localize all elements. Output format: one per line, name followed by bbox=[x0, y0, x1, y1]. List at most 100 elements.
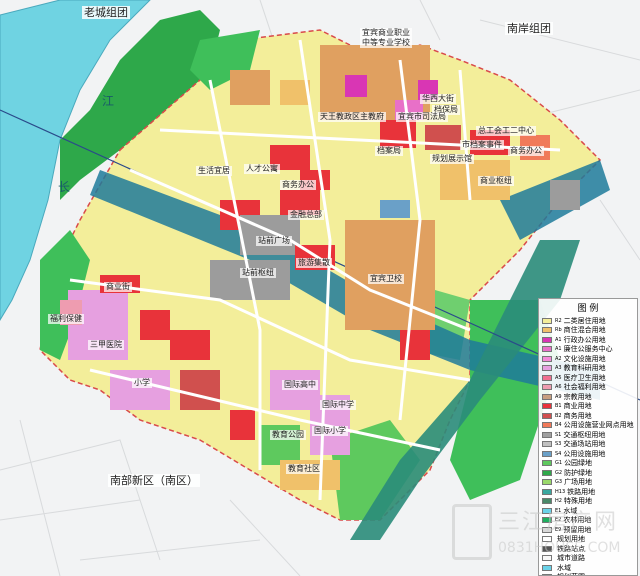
legend-code: S4 bbox=[555, 450, 562, 457]
place-label-guoji-ms: 国际中学 bbox=[320, 400, 356, 410]
legend-label: 廉住公服务中心 bbox=[563, 345, 613, 354]
legend-code: S3 bbox=[555, 441, 562, 448]
legend-swatch bbox=[542, 355, 552, 362]
legend-label: 行政办公用地 bbox=[563, 335, 606, 344]
legend-code: G1 bbox=[555, 460, 563, 467]
legend-code: A1 bbox=[555, 336, 562, 343]
place-label-business-office: 商务办公 bbox=[508, 146, 544, 156]
parcel-mixed-b bbox=[230, 70, 270, 105]
legend-swatch bbox=[542, 365, 552, 372]
place-label-commerce-hub: 商业枢纽 bbox=[478, 176, 514, 186]
parcel-admin-a bbox=[345, 75, 367, 97]
legend-swatch bbox=[542, 317, 552, 324]
place-label-shangye-street: 商业街 bbox=[104, 282, 132, 292]
legend-swatch bbox=[542, 450, 552, 457]
legend-item: G1 公园绿地 bbox=[542, 459, 634, 469]
legend-code: A3 bbox=[555, 365, 562, 372]
place-label-xiaoxue: 小学 bbox=[132, 378, 152, 388]
legend-label: 公用设施营业网点用地 bbox=[563, 421, 634, 430]
legend-label: 广场用地 bbox=[564, 478, 593, 487]
area-label-nanan: 南岸组团 bbox=[505, 22, 553, 35]
legend-item: R2 二类居住用地 bbox=[542, 316, 634, 326]
legend-swatch bbox=[542, 393, 552, 400]
place-label-dangan: 档案局 bbox=[375, 146, 403, 156]
place-label-lvyou: 旅游集散 bbox=[296, 258, 332, 268]
legend-code: S1 bbox=[555, 431, 562, 438]
legend-item: A9 宗教用地 bbox=[542, 392, 634, 402]
river-label-jiang: 江 bbox=[102, 94, 115, 108]
legend-code: H13 bbox=[555, 488, 566, 495]
legend-item: B1 商业用地 bbox=[542, 402, 634, 412]
place-label-huaxi: 华西大街 bbox=[420, 94, 456, 104]
legend-label: 商住混合用地 bbox=[563, 326, 606, 335]
legend-swatch bbox=[542, 374, 552, 381]
parcel-commerce-e bbox=[400, 330, 430, 360]
legend-label: 公用设施用地 bbox=[563, 449, 606, 458]
legend-label: 文化设施用地 bbox=[563, 354, 606, 363]
area-label-nanbu: 南部新区（南区） bbox=[108, 474, 200, 487]
legend-code: A1 bbox=[555, 346, 562, 353]
legend-code: B2 bbox=[555, 412, 562, 419]
place-label-station-square: 站前广场 bbox=[256, 236, 292, 246]
legend-code: G2 bbox=[555, 469, 563, 476]
legend-swatch bbox=[542, 479, 552, 486]
place-label-vocational-school: 中等专业学校 bbox=[360, 38, 412, 48]
legend-label: 商务用地 bbox=[563, 411, 592, 420]
legend-code: A9 bbox=[555, 393, 562, 400]
place-label-edu-community: 教育社区 bbox=[286, 464, 322, 474]
legend-swatch bbox=[542, 346, 552, 353]
watermark: 三江房产网 0831HOUSE.COM bbox=[450, 500, 640, 576]
legend-item: G2 防护绿地 bbox=[542, 468, 634, 478]
legend-label: 宗教用地 bbox=[563, 392, 592, 401]
legend-item: S3 交通场站用地 bbox=[542, 440, 634, 450]
place-label-municipal: 宜宾市司法局 bbox=[396, 112, 448, 122]
legend-item: A1 廉住公服务中心 bbox=[542, 345, 634, 355]
legend-label: 社会福利用地 bbox=[563, 383, 606, 392]
place-label-huangchang: 站前枢纽 bbox=[240, 268, 276, 278]
legend-label: 交通场站用地 bbox=[563, 440, 606, 449]
legend-label: 防护绿地 bbox=[564, 468, 593, 477]
legend-item: A6 社会福利用地 bbox=[542, 383, 634, 393]
place-label-tianmin: 天王教政区主教府 bbox=[318, 112, 386, 122]
place-label-gonghui: 总工会工二中心 bbox=[476, 126, 536, 136]
legend-swatch bbox=[542, 469, 552, 476]
legend-label: 医疗卫生用地 bbox=[563, 373, 606, 382]
legend-code: B4 bbox=[555, 422, 562, 429]
place-label-commerce-office: 商务办公 bbox=[280, 180, 316, 190]
legend-title: 图 例 bbox=[577, 304, 599, 314]
land-use-map[interactable]: 老城组团 南岸组团 南部新区（南区） 江 长 宜宾商业职业 中等专业学校 华西大… bbox=[0, 0, 640, 576]
legend-swatch bbox=[542, 441, 552, 448]
parcel-commerce-ss bbox=[230, 410, 255, 440]
place-label-planning-hall: 规划展示馆 bbox=[430, 154, 474, 164]
place-label-nursing-school: 宜宾卫校 bbox=[368, 274, 404, 284]
legend-swatch bbox=[542, 327, 552, 334]
legend-item: A1 行政办公用地 bbox=[542, 335, 634, 345]
legend-swatch bbox=[542, 412, 552, 419]
legend-code: A5 bbox=[555, 374, 562, 381]
watermark-text-top: 三江房产网 bbox=[498, 510, 619, 535]
legend-label: 商业用地 bbox=[563, 402, 592, 411]
parcel-commerce-sw bbox=[140, 310, 170, 340]
watermark-logo-icon bbox=[452, 504, 492, 560]
parcel-east-station bbox=[550, 180, 580, 210]
river-label-chang: 长 bbox=[58, 180, 71, 194]
place-label-east-office: 市档案事件 bbox=[460, 140, 504, 150]
legend-swatch bbox=[542, 431, 552, 438]
legend-item: A3 教育科研用地 bbox=[542, 364, 634, 374]
place-label-commerce-college: 宜宾商业职业 bbox=[360, 28, 412, 38]
legend-swatch bbox=[542, 384, 552, 391]
place-label-edu-park: 教育公园 bbox=[270, 430, 306, 440]
place-label-rencai: 人才公寓 bbox=[244, 164, 280, 174]
legend-code: A2 bbox=[555, 355, 562, 362]
legend-item: S1 交通枢纽用地 bbox=[542, 430, 634, 440]
legend-item: G3 广场用地 bbox=[542, 478, 634, 488]
legend-label: 铁路用地 bbox=[567, 487, 596, 496]
legend-item: B4 公用设施营业网点用地 bbox=[542, 421, 634, 431]
legend-code: R2 bbox=[555, 317, 562, 324]
legend-swatch bbox=[542, 403, 552, 410]
legend-swatch bbox=[542, 422, 552, 429]
parcel-utility bbox=[380, 200, 410, 218]
area-label-laocheng: 老城组团 bbox=[82, 6, 130, 19]
legend-item: Rb 商住混合用地 bbox=[542, 326, 634, 336]
legend-item: H13 铁路用地 bbox=[542, 487, 634, 497]
